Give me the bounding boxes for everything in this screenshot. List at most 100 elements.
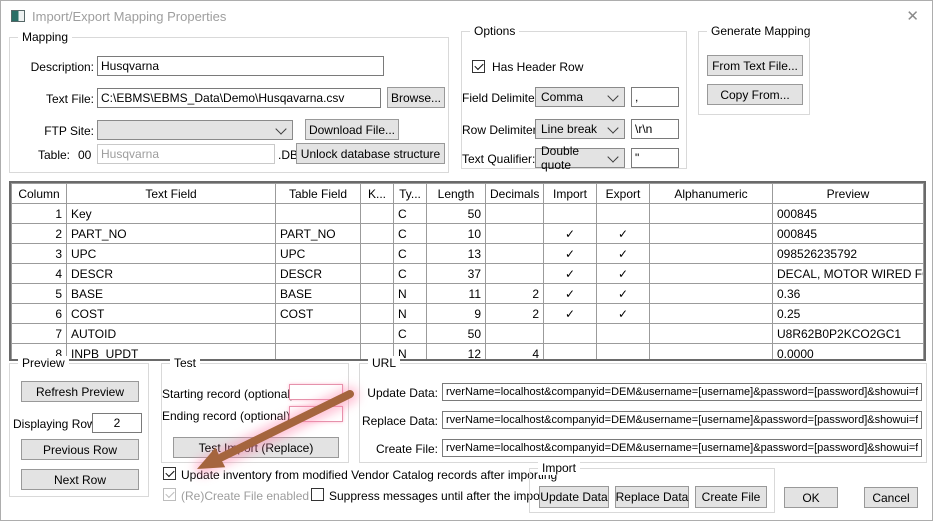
grid-header-length[interactable]: Length <box>426 183 486 204</box>
close-icon[interactable]: ✕ <box>906 7 919 25</box>
grid-header-type[interactable]: Ty... <box>393 183 427 204</box>
grid-cell-export[interactable] <box>596 203 650 224</box>
row-delimiter-select[interactable]: Line break <box>535 119 625 139</box>
grid-row[interactable]: 1 Key C 50 000845 <box>11 203 924 224</box>
grid-cell-length[interactable]: 9 <box>426 303 486 324</box>
browse-button[interactable]: Browse... <box>387 87 445 108</box>
grid-cell-decimals[interactable] <box>485 223 544 244</box>
grid-cell-key[interactable] <box>360 303 394 324</box>
grid-cell-preview[interactable]: 000845 <box>772 223 924 244</box>
grid-cell-alphanumeric[interactable] <box>649 283 773 304</box>
update-inventory-checkbox[interactable] <box>163 467 176 480</box>
grid-cell-export[interactable] <box>596 343 650 359</box>
import-create-file-button[interactable]: Create File <box>695 486 767 508</box>
text-qualifier-char-input[interactable] <box>631 148 679 168</box>
grid-header-key[interactable]: K... <box>360 183 394 204</box>
grid-cell-text_field[interactable]: DESCR <box>66 263 276 284</box>
grid-cell-column[interactable]: 7 <box>11 323 67 344</box>
grid-cell-column[interactable]: 3 <box>11 243 67 264</box>
grid-row[interactable]: 4DESCRDESCRC37✓✓DECAL, MOTOR WIRED FOR <box>11 263 924 284</box>
grid-header-decimals[interactable]: Decimals <box>485 183 544 204</box>
grid-cell-key[interactable] <box>360 323 394 344</box>
grid-cell-table_field[interactable] <box>275 203 361 224</box>
grid-header-import[interactable]: Import <box>543 183 597 204</box>
grid-cell-key[interactable] <box>360 283 394 304</box>
suppress-messages-checkbox[interactable] <box>311 488 324 501</box>
replace-data-url-input[interactable] <box>442 411 922 429</box>
grid-cell-table_field[interactable] <box>275 323 361 344</box>
next-row-button[interactable]: Next Row <box>21 469 139 490</box>
unlock-database-button[interactable]: Unlock database structure <box>296 143 445 164</box>
field-delimiter-select[interactable]: Comma <box>535 87 625 107</box>
grid-header-column[interactable]: Column <box>11 183 67 204</box>
grid-header-text_field[interactable]: Text Field <box>66 183 276 204</box>
grid-cell-alphanumeric[interactable] <box>649 323 773 344</box>
import-replace-data-button[interactable]: Replace Data <box>615 486 689 508</box>
grid-header-alphanumeric[interactable]: Alphanumeric <box>649 183 773 204</box>
grid-cell-key[interactable] <box>360 203 394 224</box>
grid-cell-text_field[interactable]: BASE <box>66 283 276 304</box>
grid-cell-preview[interactable]: 098526235792 <box>772 243 924 264</box>
grid-cell-table_field[interactable]: BASE <box>275 283 361 304</box>
grid-cell-text_field[interactable]: UPC <box>66 243 276 264</box>
table-name-input[interactable] <box>97 144 275 164</box>
grid-row[interactable]: 3 UPC UPC C 13 ✓ ✓ 098526235792 <box>11 243 924 264</box>
grid-cell-export[interactable] <box>596 323 650 344</box>
grid-cell-key[interactable] <box>360 263 394 284</box>
grid-cell-alphanumeric[interactable] <box>649 243 773 264</box>
grid-cell-type[interactable]: C <box>393 203 427 224</box>
grid-cell-import[interactable]: ✓ <box>543 263 597 284</box>
grid-cell-export[interactable]: ✓ <box>596 303 650 324</box>
grid-cell-alphanumeric[interactable] <box>649 203 773 224</box>
grid-row[interactable]: 6 COST COST N 9 2 ✓ ✓ 0.25 <box>11 303 924 324</box>
grid-cell-length[interactable]: 10 <box>426 223 486 244</box>
grid-cell-length[interactable]: 12 <box>426 343 486 359</box>
ok-button[interactable]: OK <box>784 487 838 508</box>
grid-cell-decimals[interactable] <box>485 263 544 284</box>
grid-cell-text_field[interactable]: AUTOID <box>66 323 276 344</box>
grid-cell-decimals[interactable]: 4 <box>485 343 544 359</box>
grid-cell-type[interactable]: C <box>393 263 427 284</box>
grid-cell-text_field[interactable]: Key <box>66 203 276 224</box>
grid-header-export[interactable]: Export <box>596 183 650 204</box>
previous-row-button[interactable]: Previous Row <box>21 439 139 460</box>
grid-cell-column[interactable]: 6 <box>11 303 67 324</box>
starting-record-input[interactable] <box>289 384 343 400</box>
grid-cell-table_field[interactable]: PART_NO <box>275 223 361 244</box>
grid-cell-import[interactable]: ✓ <box>543 303 597 324</box>
grid-cell-type[interactable]: C <box>393 223 427 244</box>
grid-cell-table_field[interactable] <box>275 343 361 359</box>
grid-cell-export[interactable]: ✓ <box>596 223 650 244</box>
displaying-row-input[interactable] <box>92 413 142 433</box>
grid-cell-preview[interactable]: U8R62B0P2KCO2GC1 <box>772 323 924 344</box>
grid-row[interactable]: 8 INPB_UPDT N 12 4 0.0000 <box>11 343 924 359</box>
grid-cell-export[interactable]: ✓ <box>596 263 650 284</box>
grid-cell-length[interactable]: 37 <box>426 263 486 284</box>
field-delimiter-char-input[interactable] <box>631 87 679 107</box>
ftp-site-select[interactable] <box>97 120 293 140</box>
grid-cell-length[interactable]: 11 <box>426 283 486 304</box>
grid-cell-column[interactable]: 5 <box>11 283 67 304</box>
grid-cell-decimals[interactable] <box>485 323 544 344</box>
grid-cell-import[interactable] <box>543 323 597 344</box>
grid-row[interactable]: 5 BASE BASE N 11 2 ✓ ✓ 0.36 <box>11 283 924 304</box>
grid-cell-text_field[interactable]: PART_NO <box>66 223 276 244</box>
import-update-data-button[interactable]: Update Data <box>539 486 609 508</box>
copy-from-button[interactable]: Copy From... <box>707 84 803 105</box>
grid-cell-alphanumeric[interactable] <box>649 343 773 359</box>
grid-cell-import[interactable]: ✓ <box>543 243 597 264</box>
grid-cell-length[interactable]: 13 <box>426 243 486 264</box>
grid-cell-key[interactable] <box>360 243 394 264</box>
grid-cell-preview[interactable]: 000845 <box>772 203 924 224</box>
create-file-url-input[interactable] <box>442 439 922 457</box>
grid-cell-column[interactable]: 1 <box>11 203 67 224</box>
grid-cell-type[interactable]: N <box>393 303 427 324</box>
grid-cell-decimals[interactable] <box>485 203 544 224</box>
text-file-input[interactable] <box>97 88 381 108</box>
grid-header-table_field[interactable]: Table Field <box>275 183 361 204</box>
grid-cell-alphanumeric[interactable] <box>649 303 773 324</box>
grid-cell-preview[interactable]: DECAL, MOTOR WIRED FOR <box>772 263 924 284</box>
grid-cell-length[interactable]: 50 <box>426 323 486 344</box>
grid-cell-alphanumeric[interactable] <box>649 263 773 284</box>
text-qualifier-select[interactable]: Double quote <box>535 144 625 172</box>
